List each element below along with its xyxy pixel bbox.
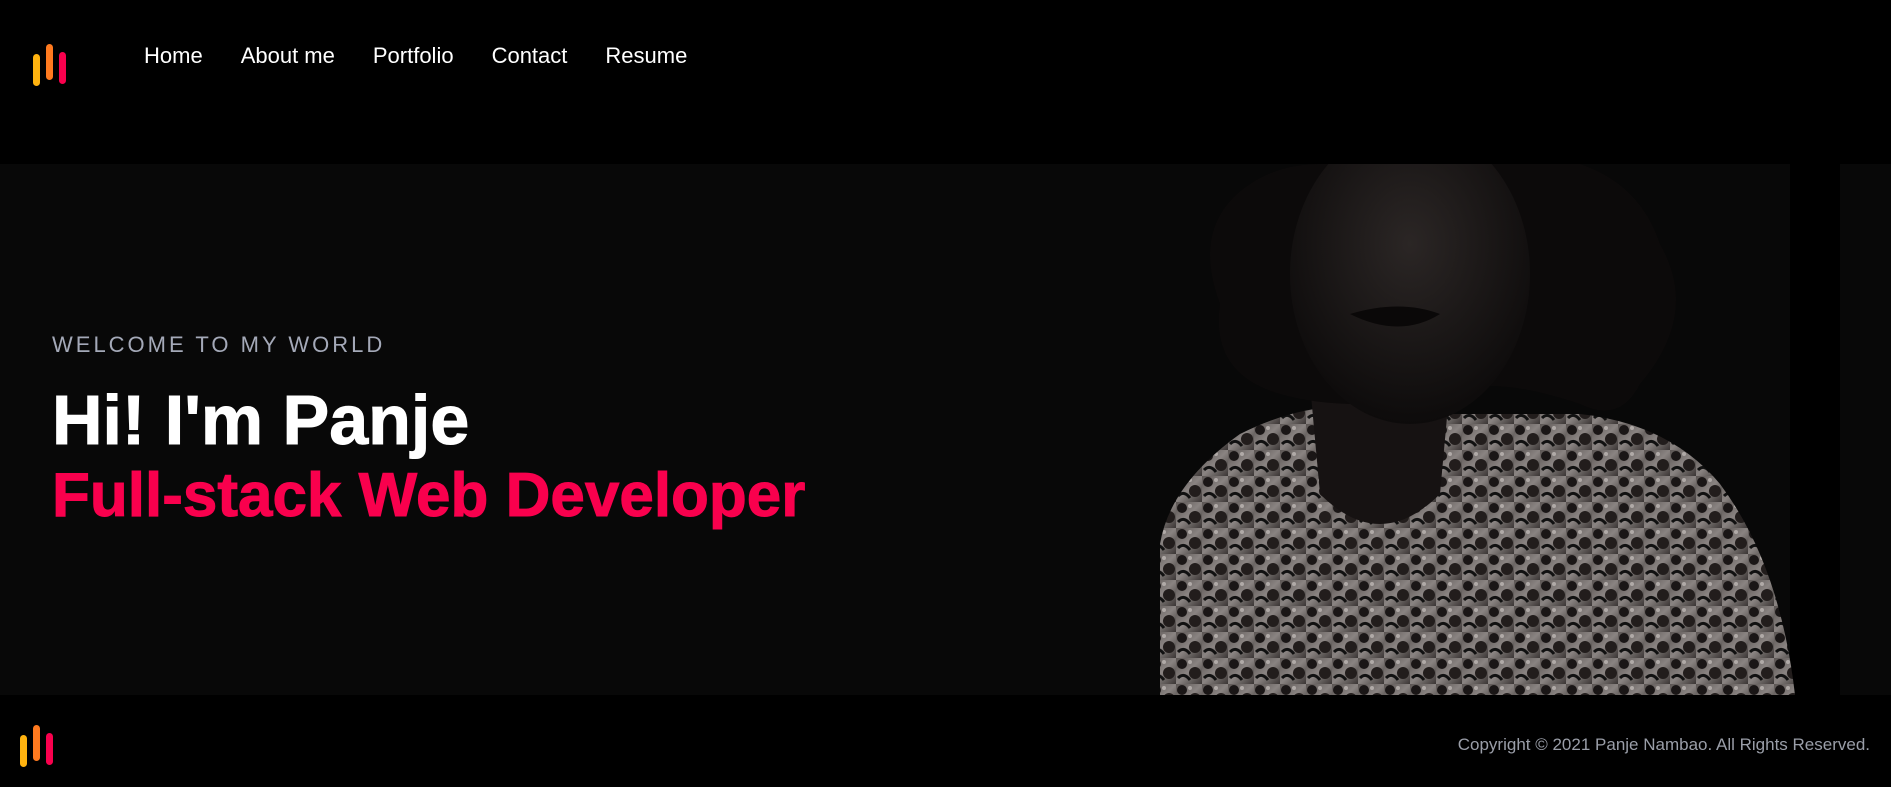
nav-portfolio[interactable]: Portfolio: [373, 44, 454, 68]
portrait-photo: [1160, 164, 1840, 695]
hero-title: Hi! I'm Panje: [51, 381, 470, 459]
copyright-text: Copyright © 2021 Panje Nambao. All Right…: [1457, 735, 1870, 754]
logo-bar-yellow: [33, 54, 40, 86]
hero-section: WELCOME TO MY WORLD Hi! I'm Panje Full-s…: [0, 164, 1891, 695]
nav-contact[interactable]: Contact: [492, 44, 568, 68]
site-footer: Copyright © 2021 Panje Nambao. All Right…: [0, 695, 1891, 787]
site-header: Home About me Portfolio Contact Resume: [0, 0, 1891, 164]
footer-logo-icon[interactable]: [20, 725, 58, 767]
main-nav: Home About me Portfolio Contact Resume: [144, 44, 725, 68]
logo-bar-orange: [46, 44, 53, 80]
hero-kicker: WELCOME TO MY WORLD: [52, 332, 386, 357]
logo-bar-red: [46, 733, 53, 765]
nav-about-me[interactable]: About me: [241, 44, 335, 68]
logo-icon[interactable]: [33, 44, 71, 86]
hero-subtitle: Full-stack Web Developer: [51, 461, 806, 531]
logo-bar-yellow: [20, 735, 27, 767]
nav-resume[interactable]: Resume: [605, 44, 687, 68]
nav-home[interactable]: Home: [144, 44, 203, 68]
logo-bar-red: [59, 52, 66, 84]
logo-bar-orange: [33, 725, 40, 761]
